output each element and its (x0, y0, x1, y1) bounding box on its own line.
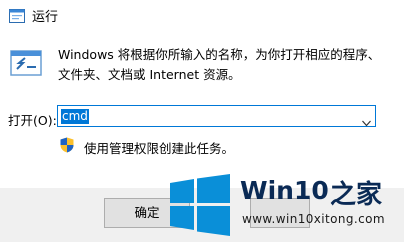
run-app-icon (9, 8, 25, 23)
close-icon[interactable] (374, 0, 404, 30)
chevron-down-icon[interactable] (362, 112, 371, 127)
watermark-name: Win10 (240, 176, 329, 205)
dialog-description: Windows 将根据你所输入的名称，为你打开相应的程序、文件夹、文档或 Int… (58, 47, 381, 82)
watermark: Win10 之家 www.win10xitong.com (166, 166, 404, 242)
admin-note: 使用管理权限创建此任务。 (84, 141, 235, 156)
watermark-url: www.win10xitong.com (242, 212, 385, 226)
watermark-suffix: 之家 (330, 180, 383, 210)
open-input[interactable]: cmd (61, 109, 89, 124)
open-label: 打开(O): (8, 113, 57, 128)
title-bar: 运行 (0, 0, 404, 30)
windows-logo-icon (170, 174, 230, 236)
uac-shield-icon (60, 137, 74, 153)
run-icon (10, 47, 42, 79)
window-title: 运行 (32, 10, 59, 25)
open-combobox[interactable]: cmd (57, 105, 376, 127)
